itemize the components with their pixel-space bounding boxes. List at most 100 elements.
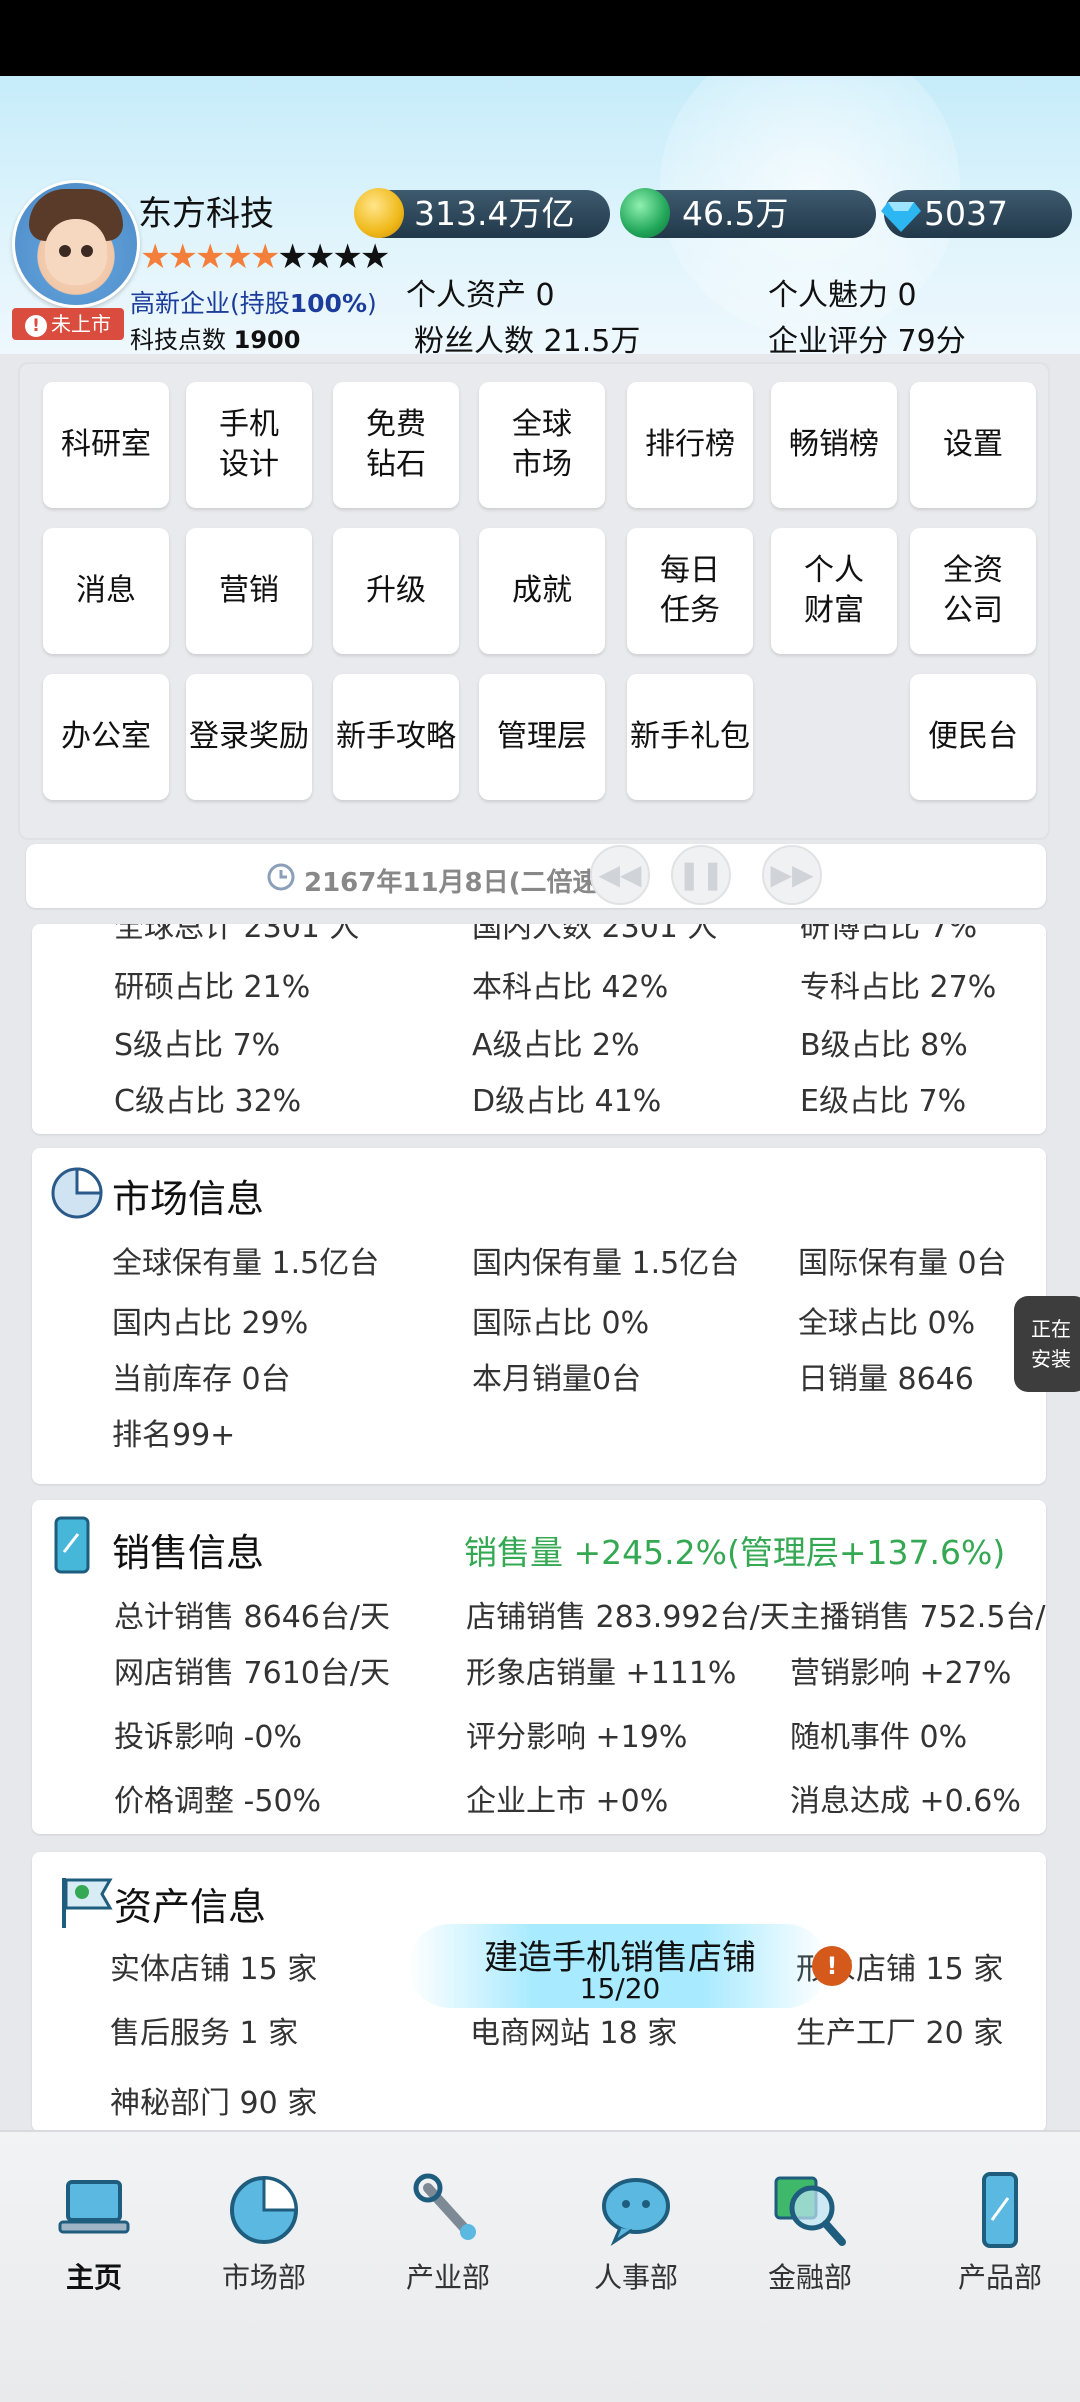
green-gem-icon [620, 188, 670, 238]
menu-button-1-6[interactable]: 全资 公司 [910, 528, 1036, 654]
nav-label: 金融部 [767, 2261, 852, 2294]
menu-button-0-0[interactable]: 科研室 [43, 382, 169, 508]
market-stat: 排名99+ [112, 1418, 236, 1453]
menu-button-label: 每日 任务 [660, 553, 720, 628]
menu-button-label: 新手攻略 [336, 719, 456, 754]
asset-stat: 电商网站 18 家 [470, 2016, 678, 2051]
menu-button-1-3[interactable]: 成就 [479, 528, 605, 654]
market-stat: 全球占比 0% [798, 1306, 976, 1341]
staff-stat: 专科占比 27% [800, 970, 997, 1005]
game-date: 2167年11月8日(二倍速) [304, 868, 611, 898]
gem-counter[interactable]: 46.5万 [620, 188, 876, 238]
nav-item-5[interactable]: 产品部 [938, 2170, 1062, 2296]
staff-stat: S级占比 7% [114, 1028, 281, 1063]
asset-stat: 生产工厂 20 家 [796, 2016, 1004, 2051]
sales-stat: 评分影响 +19% [466, 1720, 688, 1755]
menu-button-label: 成就 [512, 573, 572, 608]
sales-stat: 价格调整 -50% [114, 1784, 322, 1819]
menu-button-2-3[interactable]: 管理层 [479, 674, 605, 800]
nav-item-0[interactable]: 主页 [24, 2170, 164, 2296]
menu-button-1-2[interactable]: 升级 [333, 528, 459, 654]
staff-stat: D级占比 41% [472, 1084, 662, 1119]
market-stat: 国内占比 29% [112, 1306, 309, 1341]
diamond-icon [881, 202, 921, 232]
diamond-counter[interactable]: 5037 [881, 190, 1072, 238]
menu-button-2-6[interactable]: 便民台 [910, 674, 1036, 800]
star-filled-icon: ★ [249, 237, 281, 277]
nav-item-3[interactable]: 人事部 [566, 2170, 706, 2296]
company-star-rating: ★★★★★★★★★ [140, 237, 390, 277]
nav-item-2[interactable]: 产业部 [378, 2170, 518, 2296]
sales-stat: 总计销售 8646台/天 [114, 1600, 390, 1635]
menu-button-label: 便民台 [928, 719, 1018, 754]
nav-item-1[interactable]: 市场部 [194, 2170, 334, 2296]
assets-info-title: 资产信息 [114, 1885, 267, 1929]
menu-button-label: 科研室 [61, 427, 151, 462]
phone-icon [960, 2170, 1040, 2250]
nav-item-4[interactable]: 金融部 [740, 2170, 880, 2296]
sales-stat: 营销影响 +27% [790, 1656, 1012, 1691]
wrench-icon [408, 2170, 488, 2250]
pie-chart-icon [224, 2170, 304, 2250]
star-filled-icon: ★ [194, 237, 226, 277]
menu-button-1-5[interactable]: 个人 财富 [771, 528, 897, 654]
menu-button-label: 管理层 [497, 719, 587, 754]
staff-stat: A级占比 2% [472, 1028, 640, 1063]
menu-button-0-5[interactable]: 畅销榜 [771, 382, 897, 508]
menu-button-label: 升级 [366, 573, 426, 608]
clock-icon [267, 863, 295, 891]
staff-stat: B级占比 8% [800, 1028, 968, 1063]
nav-label: 主页 [65, 2261, 122, 2294]
market-stat: 国际保有量 0台 [798, 1246, 1007, 1281]
pause-button[interactable]: ❚❚ [671, 845, 731, 905]
staff-clipped-row: 全球总计 2301 人 国内人数 2301 人 研博占比 7% [32, 924, 1046, 946]
menu-button-0-4[interactable]: 排行榜 [627, 382, 753, 508]
menu-button-0-6[interactable]: 设置 [910, 382, 1036, 508]
phone-icon [54, 1516, 90, 1574]
sales-stat: 随机事件 0% [790, 1720, 968, 1755]
menu-button-0-2[interactable]: 免费 钻石 [333, 382, 459, 508]
menu-button-2-2[interactable]: 新手攻略 [333, 674, 459, 800]
market-stat: 全球保有量 1.5亿台 [112, 1246, 380, 1281]
market-stat: 国际占比 0% [472, 1306, 650, 1341]
avatar[interactable] [12, 180, 140, 308]
money-counter[interactable]: 313.4万亿 [354, 188, 610, 238]
search-icon [770, 2170, 850, 2250]
menu-button-0-3[interactable]: 全球 市场 [479, 382, 605, 508]
menu-button-2-4[interactable]: 新手礼包 [627, 674, 753, 800]
star-filled-icon: ★ [167, 237, 198, 277]
toast-progress: 15/20 [579, 1972, 661, 2005]
menu-button-label: 免费 钻石 [366, 407, 426, 482]
nav-label: 市场部 [221, 2261, 306, 2294]
market-stat: 当前库存 0台 [112, 1362, 291, 1397]
menu-button-1-0[interactable]: 消息 [43, 528, 169, 654]
company-type: 高新企业(持股100%) [130, 289, 377, 318]
sales-stat: 消息达成 +0.6% [790, 1784, 1021, 1819]
sales-stat: 主播销售 752.5台/ [790, 1600, 1046, 1635]
alert-icon[interactable]: ! [812, 1946, 852, 1986]
asset-stat: 售后服务 1 家 [110, 2016, 299, 2051]
tech-points: 科技点数 1900 [130, 326, 301, 354]
menu-button-label: 营销 [219, 573, 279, 608]
menu-button-2-1[interactable]: 登录奖励 [186, 674, 312, 800]
menu-button-label: 个人 财富 [804, 553, 864, 628]
menu-button-label: 排行榜 [645, 427, 735, 462]
menu-button-label: 消息 [76, 573, 136, 608]
fast-forward-button[interactable]: ▶▶ [762, 845, 822, 905]
sales-stat: 投诉影响 -0% [114, 1720, 302, 1755]
star-filled-icon: ★ [140, 237, 171, 277]
menu-button-label: 畅销榜 [789, 427, 879, 462]
menu-button-1-1[interactable]: 营销 [186, 528, 312, 654]
coin-icon [354, 188, 404, 238]
installing-badge[interactable]: 正在 安装 [1014, 1296, 1080, 1392]
sales-stat: 企业上市 +0% [466, 1784, 669, 1819]
rewind-button[interactable]: ◀◀ [590, 845, 650, 905]
menu-button-1-4[interactable]: 每日 任务 [627, 528, 753, 654]
staff-stat: 研博占比 7% [800, 924, 978, 945]
staff-stat: 全球总计 2301 人 [114, 924, 360, 945]
fans-count: 粉丝人数 21.5万 [414, 324, 641, 359]
staff-stat: 研硕占比 21% [114, 970, 311, 1005]
staff-stat: 本科占比 42% [472, 970, 669, 1005]
menu-button-2-0[interactable]: 办公室 [43, 674, 169, 800]
menu-button-0-1[interactable]: 手机 设计 [186, 382, 312, 508]
